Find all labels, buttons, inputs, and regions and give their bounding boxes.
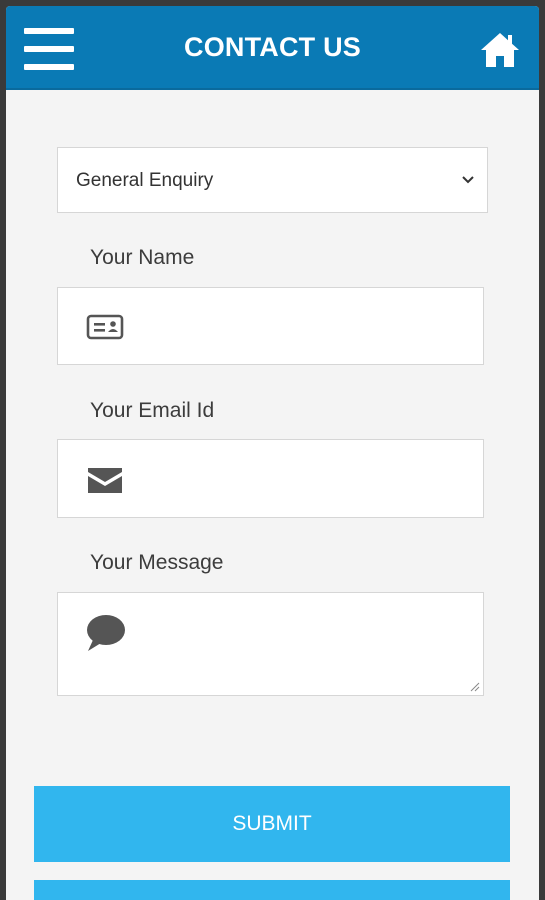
email-field[interactable]: [57, 439, 484, 518]
resize-handle-icon[interactable]: [469, 681, 480, 692]
home-icon[interactable]: [479, 30, 521, 70]
email-input[interactable]: [58, 440, 483, 517]
app-screen: CONTACT US General Enquiry Your Name You…: [6, 6, 539, 900]
enquiry-type-value: General Enquiry: [76, 170, 214, 191]
header-bar: CONTACT US: [6, 6, 539, 90]
name-label: Your Name: [90, 246, 195, 269]
page-title: CONTACT US: [184, 32, 361, 62]
email-label: Your Email Id: [90, 399, 215, 422]
message-label: Your Message: [90, 551, 224, 574]
name-field[interactable]: [57, 287, 484, 365]
menu-line: [24, 64, 74, 70]
enquiry-type-select[interactable]: General Enquiry: [57, 147, 488, 213]
submit-button[interactable]: SUBMIT: [34, 786, 510, 862]
bottom-button-edge: [34, 880, 510, 900]
message-field[interactable]: [57, 592, 484, 696]
chevron-down-icon: [462, 176, 474, 184]
message-input[interactable]: [58, 593, 483, 695]
name-input[interactable]: [58, 288, 483, 364]
